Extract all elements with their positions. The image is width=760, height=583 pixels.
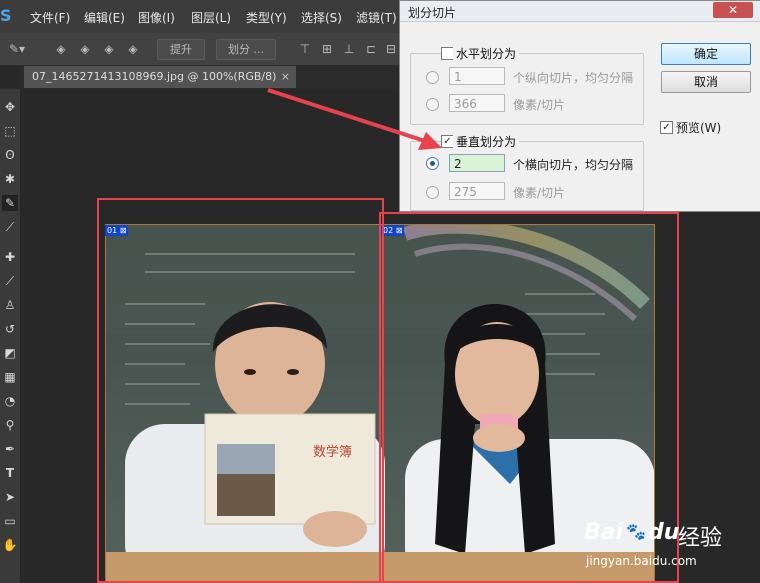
lasso-tool-icon[interactable]: ʘ: [2, 147, 18, 163]
watermark-product: 经验: [678, 526, 723, 551]
divide-slice-dialog: 划分切片 ✕ 水平划分为 1 个纵向切片，均匀分隔 366 像素/切片 ✓ 垂直…: [399, 0, 760, 212]
eraser-tool-icon[interactable]: ◩: [2, 345, 18, 361]
horizontal-label: 水平划分为: [453, 45, 520, 62]
align-bottom-icon[interactable]: ⊥: [342, 42, 356, 56]
annotation-arrow: [267, 88, 442, 150]
send-back-icon[interactable]: ◈: [126, 42, 140, 56]
move-tool-icon[interactable]: ✥: [2, 99, 18, 115]
cancel-button[interactable]: 取消: [661, 71, 751, 93]
align-left-icon[interactable]: ⊏: [364, 42, 378, 56]
dialog-title: 划分切片: [408, 6, 457, 20]
blur-tool-icon[interactable]: ◔: [2, 393, 18, 409]
ok-button[interactable]: 确定: [661, 43, 751, 65]
preview-label: 预览(W): [676, 121, 722, 135]
brush-tool-icon[interactable]: ⟋: [2, 273, 18, 289]
toolbox: ✥ ⬚ ʘ ✱ ✎ ⟋ ✚ ⟋ ♙ ↺ ◩ ▦ ◔ ⚲ ✒ T ➤ ▭ ✋: [0, 89, 21, 583]
dodge-tool-icon[interactable]: ⚲: [2, 417, 18, 433]
slice-tool-icon[interactable]: ✎: [2, 195, 18, 211]
stamp-tool-icon[interactable]: ♙: [2, 297, 18, 313]
vertical-pixels-suffix: 像素/切片: [513, 186, 566, 200]
slice-select-tool-icon[interactable]: ✎▾: [6, 42, 28, 56]
menu-select[interactable]: 选择(S): [301, 9, 342, 26]
dialog-titlebar[interactable]: 划分切片 ✕: [400, 1, 760, 22]
shape-tool-icon[interactable]: ▭: [2, 513, 18, 529]
menu-type[interactable]: 类型(Y): [246, 9, 287, 26]
watermark-brand-suffix: du: [648, 520, 680, 545]
menu-edit[interactable]: 编辑(E): [84, 9, 125, 26]
document-tab[interactable]: 07_1465271413108969.jpg @ 100%(RGB/8) ×: [24, 66, 296, 88]
gradient-tool-icon[interactable]: ▦: [2, 369, 18, 385]
menu-layer[interactable]: 图层(L): [191, 9, 231, 26]
path-select-icon[interactable]: ➤: [2, 489, 18, 505]
marquee-tool-icon[interactable]: ⬚: [2, 123, 18, 139]
bring-front-icon[interactable]: ◈: [54, 42, 68, 56]
watermark-url: jingyan.baidu.com: [586, 554, 697, 568]
menu-file[interactable]: 文件(F): [30, 9, 70, 26]
history-brush-icon[interactable]: ↺: [2, 321, 18, 337]
preview-checkbox[interactable]: ✓: [660, 121, 673, 134]
healing-brush-icon[interactable]: ✚: [2, 249, 18, 265]
menu-image[interactable]: 图像(I): [138, 9, 175, 26]
horizontal-pixels-suffix: 像素/切片: [513, 98, 566, 112]
vertical-count-field[interactable]: 2: [449, 154, 505, 172]
vertical-count-suffix: 个横向切片，均匀分隔: [513, 158, 634, 172]
horizontal-pixels-field[interactable]: 366: [449, 94, 505, 112]
annotation-box-left: [97, 198, 384, 583]
photoshop-logo: S: [0, 6, 12, 25]
send-backward-icon[interactable]: ◈: [102, 42, 116, 56]
baidu-watermark: Bai 🐾 du 经验 jingyan.baidu.com: [580, 520, 756, 580]
vertical-pixels-radio[interactable]: [426, 186, 439, 199]
divide-button[interactable]: 划分 ...: [216, 39, 276, 60]
paw-icon: 🐾: [626, 522, 646, 541]
align-hcenter-icon[interactable]: ⊟: [384, 42, 398, 56]
menu-filter[interactable]: 滤镜(T): [356, 9, 397, 26]
align-vcenter-icon[interactable]: ⊞: [320, 42, 334, 56]
quick-select-tool-icon[interactable]: ✱: [2, 171, 18, 187]
type-tool-icon[interactable]: T: [2, 465, 18, 481]
align-top-icon[interactable]: ⊤: [298, 42, 312, 56]
close-icon[interactable]: ✕: [713, 2, 753, 18]
vertical-label: 垂直划分为: [453, 133, 520, 150]
hand-tool-icon[interactable]: ✋: [2, 537, 18, 553]
eyedropper-tool-icon[interactable]: ⟋: [2, 219, 18, 235]
document-tab-title: 07_1465271413108969.jpg @ 100%(RGB/8): [32, 70, 277, 83]
pen-tool-icon[interactable]: ✒: [2, 441, 18, 457]
horizontal-count-suffix: 个纵向切片，均匀分隔: [513, 71, 634, 85]
watermark-brand: Bai: [584, 520, 624, 545]
bring-forward-icon[interactable]: ◈: [78, 42, 92, 56]
promote-button[interactable]: 提升: [157, 39, 205, 60]
vertical-pixels-field[interactable]: 275: [449, 182, 505, 200]
horizontal-count-field[interactable]: 1: [449, 67, 505, 85]
